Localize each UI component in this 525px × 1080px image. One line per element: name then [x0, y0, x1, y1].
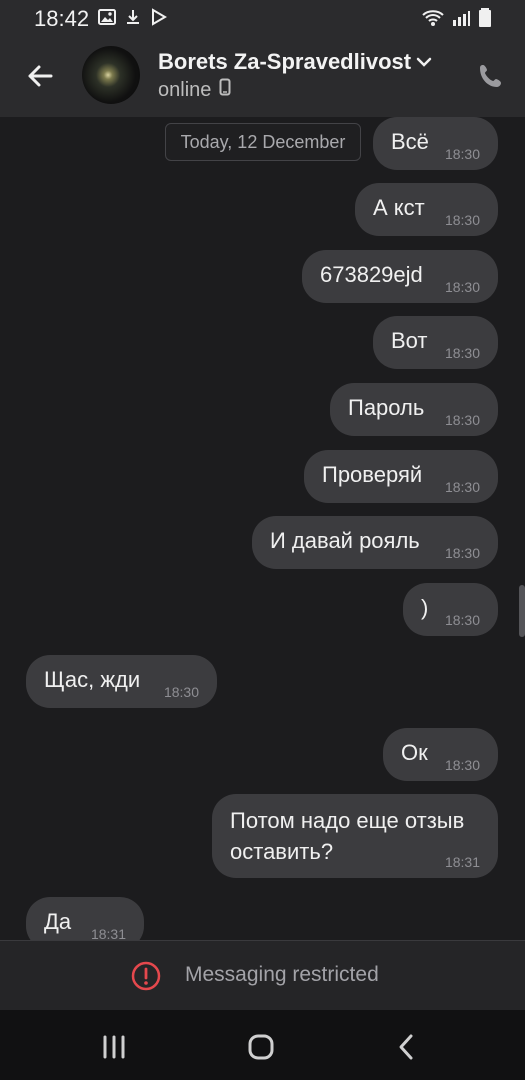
- call-button[interactable]: [475, 60, 507, 92]
- message-bubble[interactable]: Вот 18:30: [373, 316, 498, 369]
- recent-apps-button[interactable]: [97, 1030, 131, 1064]
- messaging-restricted-text: Messaging restricted: [185, 963, 379, 986]
- message-text: 673829ejd: [320, 262, 423, 287]
- message-text: А кст: [373, 195, 425, 220]
- image-icon: [98, 8, 116, 31]
- message-time: 18:30: [444, 412, 480, 428]
- message-time: 18:30: [444, 612, 480, 628]
- message-time: 18:31: [90, 926, 126, 940]
- message-time: 18:30: [444, 757, 480, 773]
- message-bubble[interactable]: А кст 18:30: [355, 183, 498, 236]
- message-bubble[interactable]: Всё 18:30: [373, 117, 498, 170]
- back-arrow-icon: [28, 65, 53, 87]
- message-text: Вот: [391, 328, 428, 353]
- download-icon: [124, 8, 142, 31]
- message-text: Щас, жди: [44, 667, 141, 692]
- message-bubble[interactable]: Щас, жди 18:30: [26, 655, 217, 708]
- home-icon: [248, 1034, 274, 1060]
- message-bubble[interactable]: 673829ejd 18:30: [302, 250, 498, 303]
- message-text: Пароль: [348, 395, 425, 420]
- messaging-restricted-bar: Messaging restricted: [0, 940, 525, 1011]
- message-time: 18:30: [444, 212, 480, 228]
- message-bubble[interactable]: Пароль 18:30: [330, 383, 498, 436]
- status-time: 18:42: [34, 6, 90, 31]
- date-separator: Today, 12 December: [165, 123, 361, 161]
- status-bar: 18:42: [0, 0, 525, 36]
- message-bubble[interactable]: Потом надо еще отзыв оставить? 18:31: [212, 794, 498, 878]
- message-text: ): [421, 595, 429, 620]
- back-icon: [399, 1034, 413, 1060]
- message-time: 18:30: [444, 545, 480, 561]
- mobile-device-icon: [219, 78, 231, 102]
- contact-name[interactable]: Borets Za-Spravedlivost: [158, 49, 411, 75]
- signal-icon: [451, 8, 471, 33]
- status-right-icons: [421, 7, 493, 34]
- recent-apps-icon: [103, 1035, 125, 1059]
- message-text: Ок: [401, 740, 428, 765]
- phone-icon: [480, 65, 501, 87]
- chat-header: Borets Za-Spravedlivost online: [0, 36, 525, 117]
- battery-icon: [477, 7, 493, 34]
- back-button[interactable]: [22, 58, 58, 94]
- message-time: 18:30: [163, 684, 199, 700]
- message-time: 18:30: [444, 146, 480, 162]
- message-bubble[interactable]: Ок 18:30: [383, 728, 498, 781]
- chevron-down-icon[interactable]: [414, 52, 434, 77]
- message-time: 18:30: [444, 345, 480, 361]
- message-text: И давай рояль: [270, 528, 420, 553]
- status-left-icons: [98, 8, 168, 31]
- message-bubble[interactable]: Да 18:31: [26, 897, 144, 940]
- alert-circle-icon: [131, 961, 161, 991]
- chat-message-list[interactable]: Today, 12 December Всё 18:30 А кст 18:30…: [0, 117, 525, 940]
- system-navigation-bar: [0, 1010, 525, 1080]
- message-time: 18:31: [444, 854, 480, 870]
- message-text: Всё: [391, 129, 429, 154]
- back-nav-button[interactable]: [390, 1030, 424, 1064]
- message-text: Проверяй: [322, 462, 423, 487]
- contact-status: online: [158, 78, 231, 102]
- wifi-icon: [421, 8, 445, 33]
- scrollbar[interactable]: [519, 585, 525, 637]
- message-text: Да: [44, 909, 72, 934]
- message-bubble[interactable]: ) 18:30: [403, 583, 498, 636]
- contact-avatar[interactable]: [82, 46, 140, 104]
- play-store-icon: [150, 8, 168, 31]
- message-bubble[interactable]: Проверяй 18:30: [304, 450, 498, 503]
- home-button[interactable]: [244, 1030, 278, 1064]
- message-bubble[interactable]: И давай рояль 18:30: [252, 516, 498, 569]
- online-status-text: online: [158, 78, 212, 101]
- message-time: 18:30: [444, 279, 480, 295]
- message-time: 18:30: [444, 479, 480, 495]
